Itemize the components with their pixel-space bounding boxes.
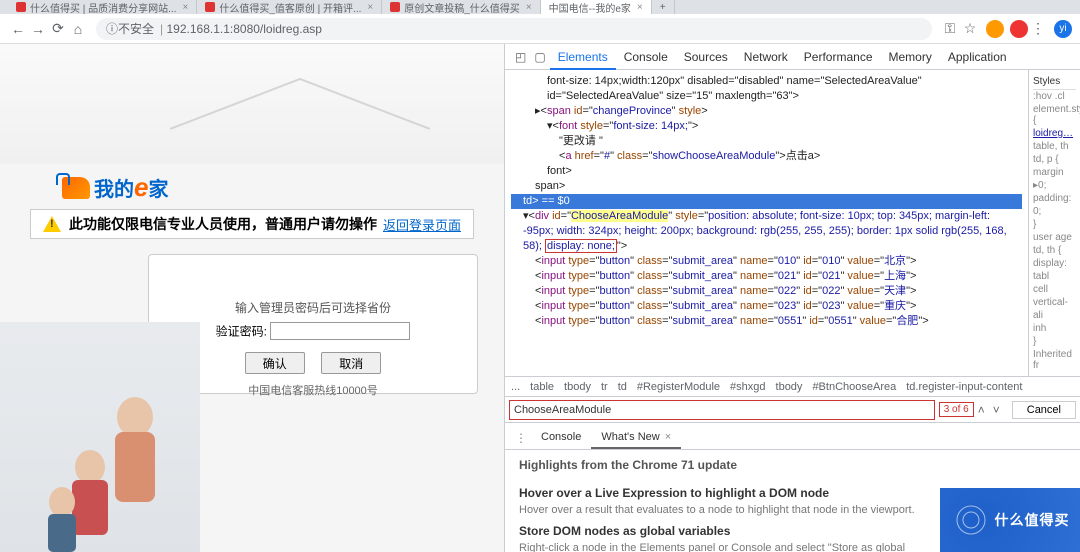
drawer-tab-console[interactable]: Console — [531, 427, 591, 449]
dt-tab-console[interactable]: Console — [616, 44, 676, 70]
dt-tab-sources[interactable]: Sources — [676, 44, 736, 70]
dt-tab-application[interactable]: Application — [940, 44, 1015, 70]
dt-tab-memory[interactable]: Memory — [881, 44, 940, 70]
styles-pane[interactable]: Styles :hov .cl element.style { loidreg…… — [1028, 70, 1080, 376]
logo: 我的e家 — [62, 172, 168, 203]
drawer-tab-whatsnew[interactable]: What's New × — [591, 427, 681, 449]
avatar-icon[interactable]: yi — [1054, 20, 1072, 38]
reload-icon[interactable]: ⟳ — [48, 20, 68, 37]
logo-icon — [62, 177, 90, 199]
search-cancel-button[interactable]: Cancel — [1012, 401, 1076, 419]
close-icon[interactable]: × — [662, 431, 671, 443]
tab-2[interactable]: 原创文章投稿_什么值得买× — [382, 0, 540, 14]
device-icon[interactable]: ▢ — [534, 50, 545, 64]
hotline-text: 中国电信客服热线10000号 — [169, 382, 457, 398]
search-count: 3 of 6 — [939, 402, 974, 417]
tab-3[interactable]: 中国电信--我的e家× — [541, 0, 652, 14]
devtools: ◰ ▢ Elements Console Sources Network Per… — [504, 44, 1080, 552]
cancel-button[interactable]: 取消 — [321, 352, 381, 374]
stock-photo — [0, 322, 200, 552]
info-icon[interactable]: ⓘ — [106, 20, 118, 37]
dom-tree[interactable]: font-size: 14px;width:120px" disabled="d… — [505, 70, 1028, 376]
back-to-login-link[interactable]: 返回登录页面 — [383, 215, 461, 234]
tab-1[interactable]: 什么值得买_值客原创 | 开箱评...× — [197, 0, 382, 14]
search-prev-icon[interactable]: ˄ — [974, 403, 989, 417]
warning-text: 此功能仅限电信专业人员使用，普通用户请勿操作 — [69, 214, 383, 234]
browser-tabs: 什么值得买 | 品质消费分享网站...× 什么值得买_值客原创 | 开箱评...… — [0, 0, 1080, 14]
back-icon[interactable]: ← — [8, 21, 28, 37]
star-icon[interactable]: ☆ — [960, 20, 980, 37]
dt-tab-performance[interactable]: Performance — [796, 44, 881, 70]
watermark: 什么值得买 — [940, 488, 1080, 552]
password-input[interactable] — [270, 322, 410, 340]
hint-text: 输入管理员密码后可选择省份 — [169, 299, 457, 316]
drawer-heading: Highlights from the Chrome 71 update — [519, 458, 1066, 472]
roof-graphic — [170, 74, 430, 134]
close-icon[interactable]: × — [183, 2, 189, 13]
forward-icon[interactable]: → — [28, 21, 48, 37]
dt-tab-network[interactable]: Network — [736, 44, 796, 70]
tab-0[interactable]: 什么值得买 | 品质消费分享网站...× — [8, 0, 197, 14]
close-icon[interactable]: × — [526, 2, 532, 13]
confirm-button[interactable]: 确认 — [245, 352, 305, 374]
url-text: 192.168.1.1:8080/loidreg.asp — [167, 22, 322, 36]
password-label: 验证密码: — [216, 325, 267, 339]
devtools-header: ◰ ▢ Elements Console Sources Network Per… — [505, 44, 1080, 70]
dt-tab-elements[interactable]: Elements — [550, 44, 616, 70]
search-next-icon[interactable]: ˅ — [989, 403, 1004, 417]
styles-tab[interactable]: Styles — [1033, 74, 1076, 90]
ext-icon[interactable] — [986, 20, 1004, 38]
drawer-menu-icon[interactable]: ⋮ — [511, 427, 531, 449]
inspect-icon[interactable]: ◰ — [515, 50, 526, 64]
address-bar[interactable]: ⓘ 不安全 | 192.168.1.1:8080/loidreg.asp — [96, 18, 932, 40]
home-icon[interactable]: ⌂ — [68, 21, 88, 37]
warning-bar: 此功能仅限电信专业人员使用，普通用户请勿操作 返回登录页面 — [30, 209, 474, 239]
key-icon[interactable]: ⚿ — [940, 20, 960, 37]
new-tab[interactable]: + — [652, 0, 675, 14]
ext-icon[interactable] — [1010, 20, 1028, 38]
warning-icon — [43, 216, 61, 232]
insecure-badge: 不安全 — [118, 20, 154, 37]
dom-search: ChooseAreaModule 3 of 6 ˄ ˅ Cancel — [505, 396, 1080, 422]
search-input[interactable]: ChooseAreaModule — [509, 400, 935, 420]
page-viewport: 我的e家 此功能仅限电信专业人员使用，普通用户请勿操作 返回登录页面 输入管理员… — [0, 44, 504, 552]
breadcrumb[interactable]: ...tabletbodytrtd#RegisterModule#shxgdtb… — [505, 376, 1080, 396]
browser-toolbar: ← → ⟳ ⌂ ⓘ 不安全 | 192.168.1.1:8080/loidreg… — [0, 14, 1080, 44]
menu-icon[interactable]: ⋮ — [1028, 20, 1048, 37]
close-icon[interactable]: × — [367, 2, 373, 13]
close-icon[interactable]: × — [637, 2, 643, 13]
